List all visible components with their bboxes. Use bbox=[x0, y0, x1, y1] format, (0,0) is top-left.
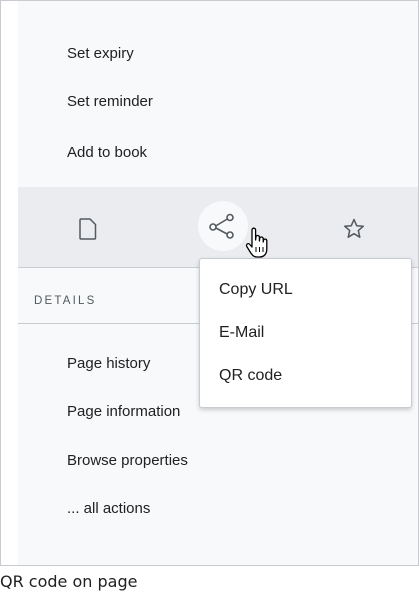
screenshot-frame: Set expiry Set reminder Add to book DETA… bbox=[0, 0, 419, 566]
popup-item-email[interactable]: E-Mail bbox=[219, 324, 264, 342]
figure-caption: QR code on page bbox=[0, 572, 138, 591]
details-heading: DETAILS bbox=[34, 295, 97, 307]
menu-item-browse-properties[interactable]: Browse properties bbox=[67, 452, 188, 469]
menu-item-all-actions[interactable]: ... all actions bbox=[67, 500, 150, 517]
star-icon[interactable] bbox=[343, 218, 365, 239]
share-popup: Copy URL E-Mail QR code bbox=[199, 258, 412, 408]
share-icon bbox=[209, 213, 234, 239]
menu-item-page-history[interactable]: Page history bbox=[67, 355, 150, 372]
menu-item-set-reminder[interactable]: Set reminder bbox=[67, 93, 153, 110]
menu-item-page-information[interactable]: Page information bbox=[67, 403, 180, 420]
popup-item-qr-code[interactable]: QR code bbox=[219, 367, 282, 385]
menu-item-set-expiry[interactable]: Set expiry bbox=[67, 45, 134, 62]
menu-item-add-to-book[interactable]: Add to book bbox=[67, 144, 147, 161]
action-toolbar bbox=[18, 187, 418, 267]
hand-cursor-icon bbox=[245, 227, 268, 258]
popup-item-copy-url[interactable]: Copy URL bbox=[219, 281, 293, 299]
page-icon[interactable] bbox=[79, 218, 97, 240]
share-button[interactable] bbox=[198, 201, 248, 251]
